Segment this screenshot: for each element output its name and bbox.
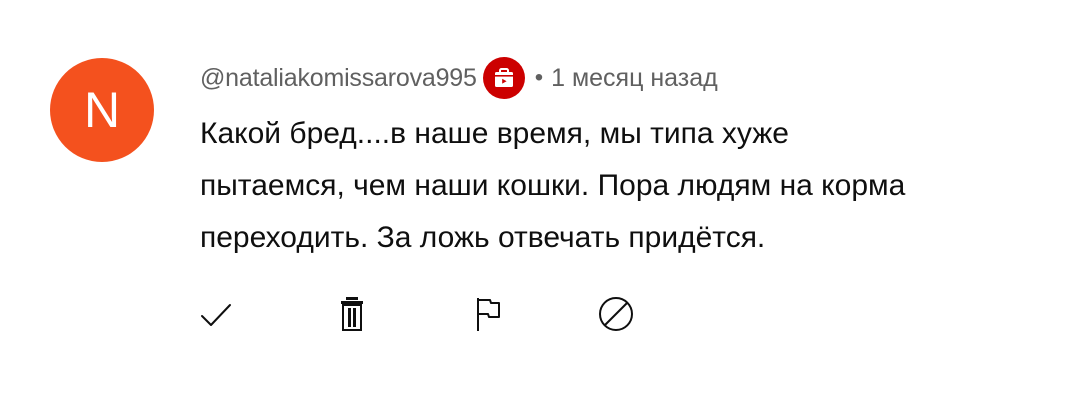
comment-header: @nataliakomissarova995 • 1 месяц назад <box>200 56 718 100</box>
comment-text-line: переходить. За ложь отвечать придётся. <box>200 221 766 254</box>
block-user-button[interactable] <box>588 286 644 342</box>
comment-timestamp[interactable]: 1 месяц назад <box>551 64 718 93</box>
avatar-letter: N <box>83 82 121 138</box>
approve-button[interactable] <box>188 286 244 342</box>
comment-actions <box>0 286 1080 342</box>
delete-button[interactable] <box>324 286 380 342</box>
trash-icon <box>341 297 363 331</box>
comment-text-line: Какой бред....в наше время, мы типа хуже <box>200 117 789 150</box>
report-button[interactable] <box>460 286 516 342</box>
author-name[interactable]: @nataliakomissarova995 <box>200 64 477 93</box>
comment-card: N @nataliakomissarova995 • 1 месяц назад… <box>0 0 1080 416</box>
separator-dot: • <box>534 64 544 91</box>
comment-text-line: пытаемся, чем наши кошки. Пора людям на … <box>200 169 906 202</box>
block-icon <box>599 297 633 331</box>
comment-text: Какой бред....в наше время, мы типа хуже… <box>200 108 1040 264</box>
shopping-bag-icon <box>482 57 525 99</box>
avatar[interactable]: N <box>50 58 154 162</box>
checkmark-icon <box>201 304 231 326</box>
flag-icon <box>477 298 500 331</box>
